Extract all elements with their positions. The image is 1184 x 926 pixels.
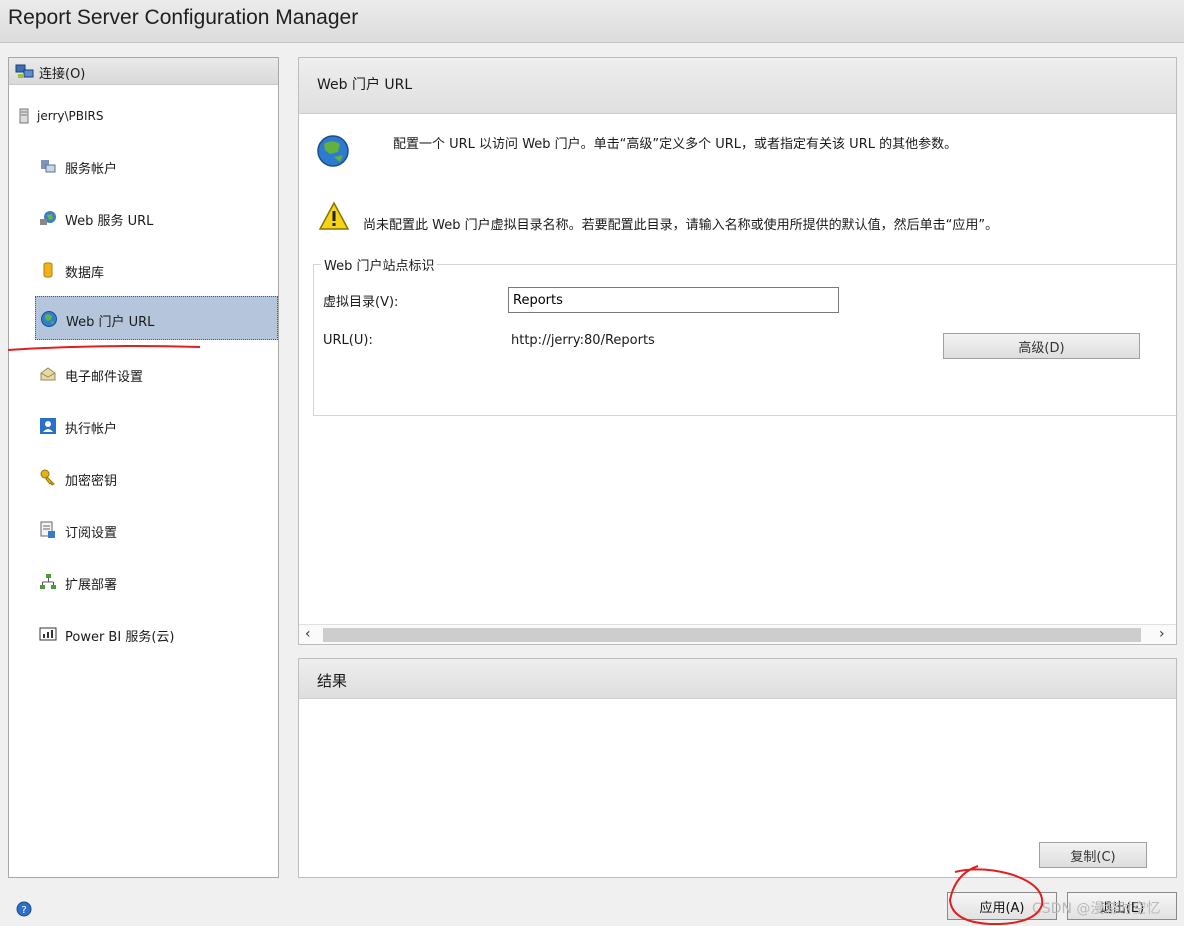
results-title: 结果 <box>317 672 348 690</box>
server-icon <box>19 108 29 124</box>
database-icon <box>43 262 53 278</box>
sidebar-item-power-bi-service[interactable]: Power BI 服务(云) <box>35 612 278 656</box>
watermark: CSDN @漫游时空忆 <box>1032 901 1161 917</box>
connect-label: 连接(O) <box>39 67 86 82</box>
sidebar-item-scale-out-deployment[interactable]: 扩展部署 <box>35 560 278 604</box>
sidebar-item-label: 数据库 <box>65 266 105 281</box>
connect-icon <box>15 64 34 78</box>
site-identification-legend: Web 门户站点标识 <box>321 255 438 274</box>
sidebar-item-label: 加密密钥 <box>65 474 118 489</box>
warning-icon <box>318 201 350 230</box>
svg-text:?: ? <box>21 905 26 916</box>
url-label: URL(U): <box>323 333 373 348</box>
sidebar-item-label: Power BI 服务(云) <box>65 630 175 645</box>
sidebar-item-label: 订阅设置 <box>65 526 118 541</box>
sidebar-item-label: Web 服务 URL <box>65 214 154 229</box>
sidebar-item-database[interactable]: 数据库 <box>35 248 278 292</box>
sidebar-item-label: 执行帐户 <box>65 422 118 437</box>
scroll-right-icon[interactable]: › <box>1159 626 1165 642</box>
web-service-icon <box>40 211 56 225</box>
main-panel: Web 门户 URL 配置一个 URL 以访问 Web 门户。单击“高级”定义多… <box>298 57 1178 645</box>
main-header: Web 门户 URL <box>299 58 1176 114</box>
app-title: Report Server Configuration Manager <box>8 6 359 29</box>
advanced-button[interactable]: 高级(D) <box>943 333 1140 359</box>
horizontal-scrollbar[interactable]: ‹ › <box>299 624 1176 644</box>
server-name: jerry\PBIRS <box>37 109 104 123</box>
service-account-icon <box>41 160 56 173</box>
description-text: 配置一个 URL 以访问 Web 门户。单击“高级”定义多个 URL，或者指定有… <box>393 137 958 152</box>
scale-out-icon <box>40 574 56 589</box>
copy-button[interactable]: 复制(C) <box>1039 842 1147 868</box>
globe-icon <box>317 135 349 167</box>
email-icon <box>40 367 56 381</box>
warning-text: 尚未配置此 Web 门户虚拟目录名称。若要配置此目录，请输入名称或使用所提供的默… <box>363 218 999 233</box>
sidebar-item-label: Web 门户 URL <box>66 315 155 330</box>
key-icon <box>40 469 55 486</box>
scrollbar-thumb[interactable] <box>323 628 1141 642</box>
sidebar-item-service-account[interactable]: 服务帐户 <box>35 144 278 188</box>
title-bar: Report Server Configuration Manager <box>0 0 1184 43</box>
virtual-directory-label: 虚拟目录(V): <box>323 295 399 310</box>
sidebar-item-execution-account[interactable]: 执行帐户 <box>35 404 278 448</box>
subscription-icon <box>40 521 55 538</box>
url-value: http://jerry:80/Reports <box>511 333 655 348</box>
power-bi-icon <box>39 627 57 641</box>
execution-account-icon <box>40 418 56 434</box>
virtual-directory-input[interactable] <box>508 287 839 313</box>
sidebar-item-label: 电子邮件设置 <box>65 370 144 385</box>
scroll-left-icon[interactable]: ‹ <box>305 626 311 642</box>
sidebar-item-subscription-settings[interactable]: 订阅设置 <box>35 508 278 552</box>
globe-icon <box>41 311 57 327</box>
sidebar-item-web-service-url[interactable]: Web 服务 URL <box>35 196 278 240</box>
sidebar-item-email-settings[interactable]: 电子邮件设置 <box>35 352 278 396</box>
results-panel: 结果 复制(C) <box>298 658 1177 878</box>
help-icon[interactable]: ? <box>16 901 32 917</box>
results-header: 结果 <box>299 659 1176 699</box>
sidebar: 连接(O) jerry\PBIRS 服务帐户 Web 服务 URL 数据库 We… <box>8 57 279 878</box>
page-title: Web 门户 URL <box>317 77 413 93</box>
connect-button[interactable]: 连接(O) <box>9 58 278 85</box>
sidebar-item-label: 扩展部署 <box>65 578 118 593</box>
sidebar-item-label: 服务帐户 <box>65 162 118 177</box>
sidebar-item-encryption-keys[interactable]: 加密密钥 <box>35 456 278 500</box>
sidebar-item-web-portal-url[interactable]: Web 门户 URL <box>35 296 278 340</box>
